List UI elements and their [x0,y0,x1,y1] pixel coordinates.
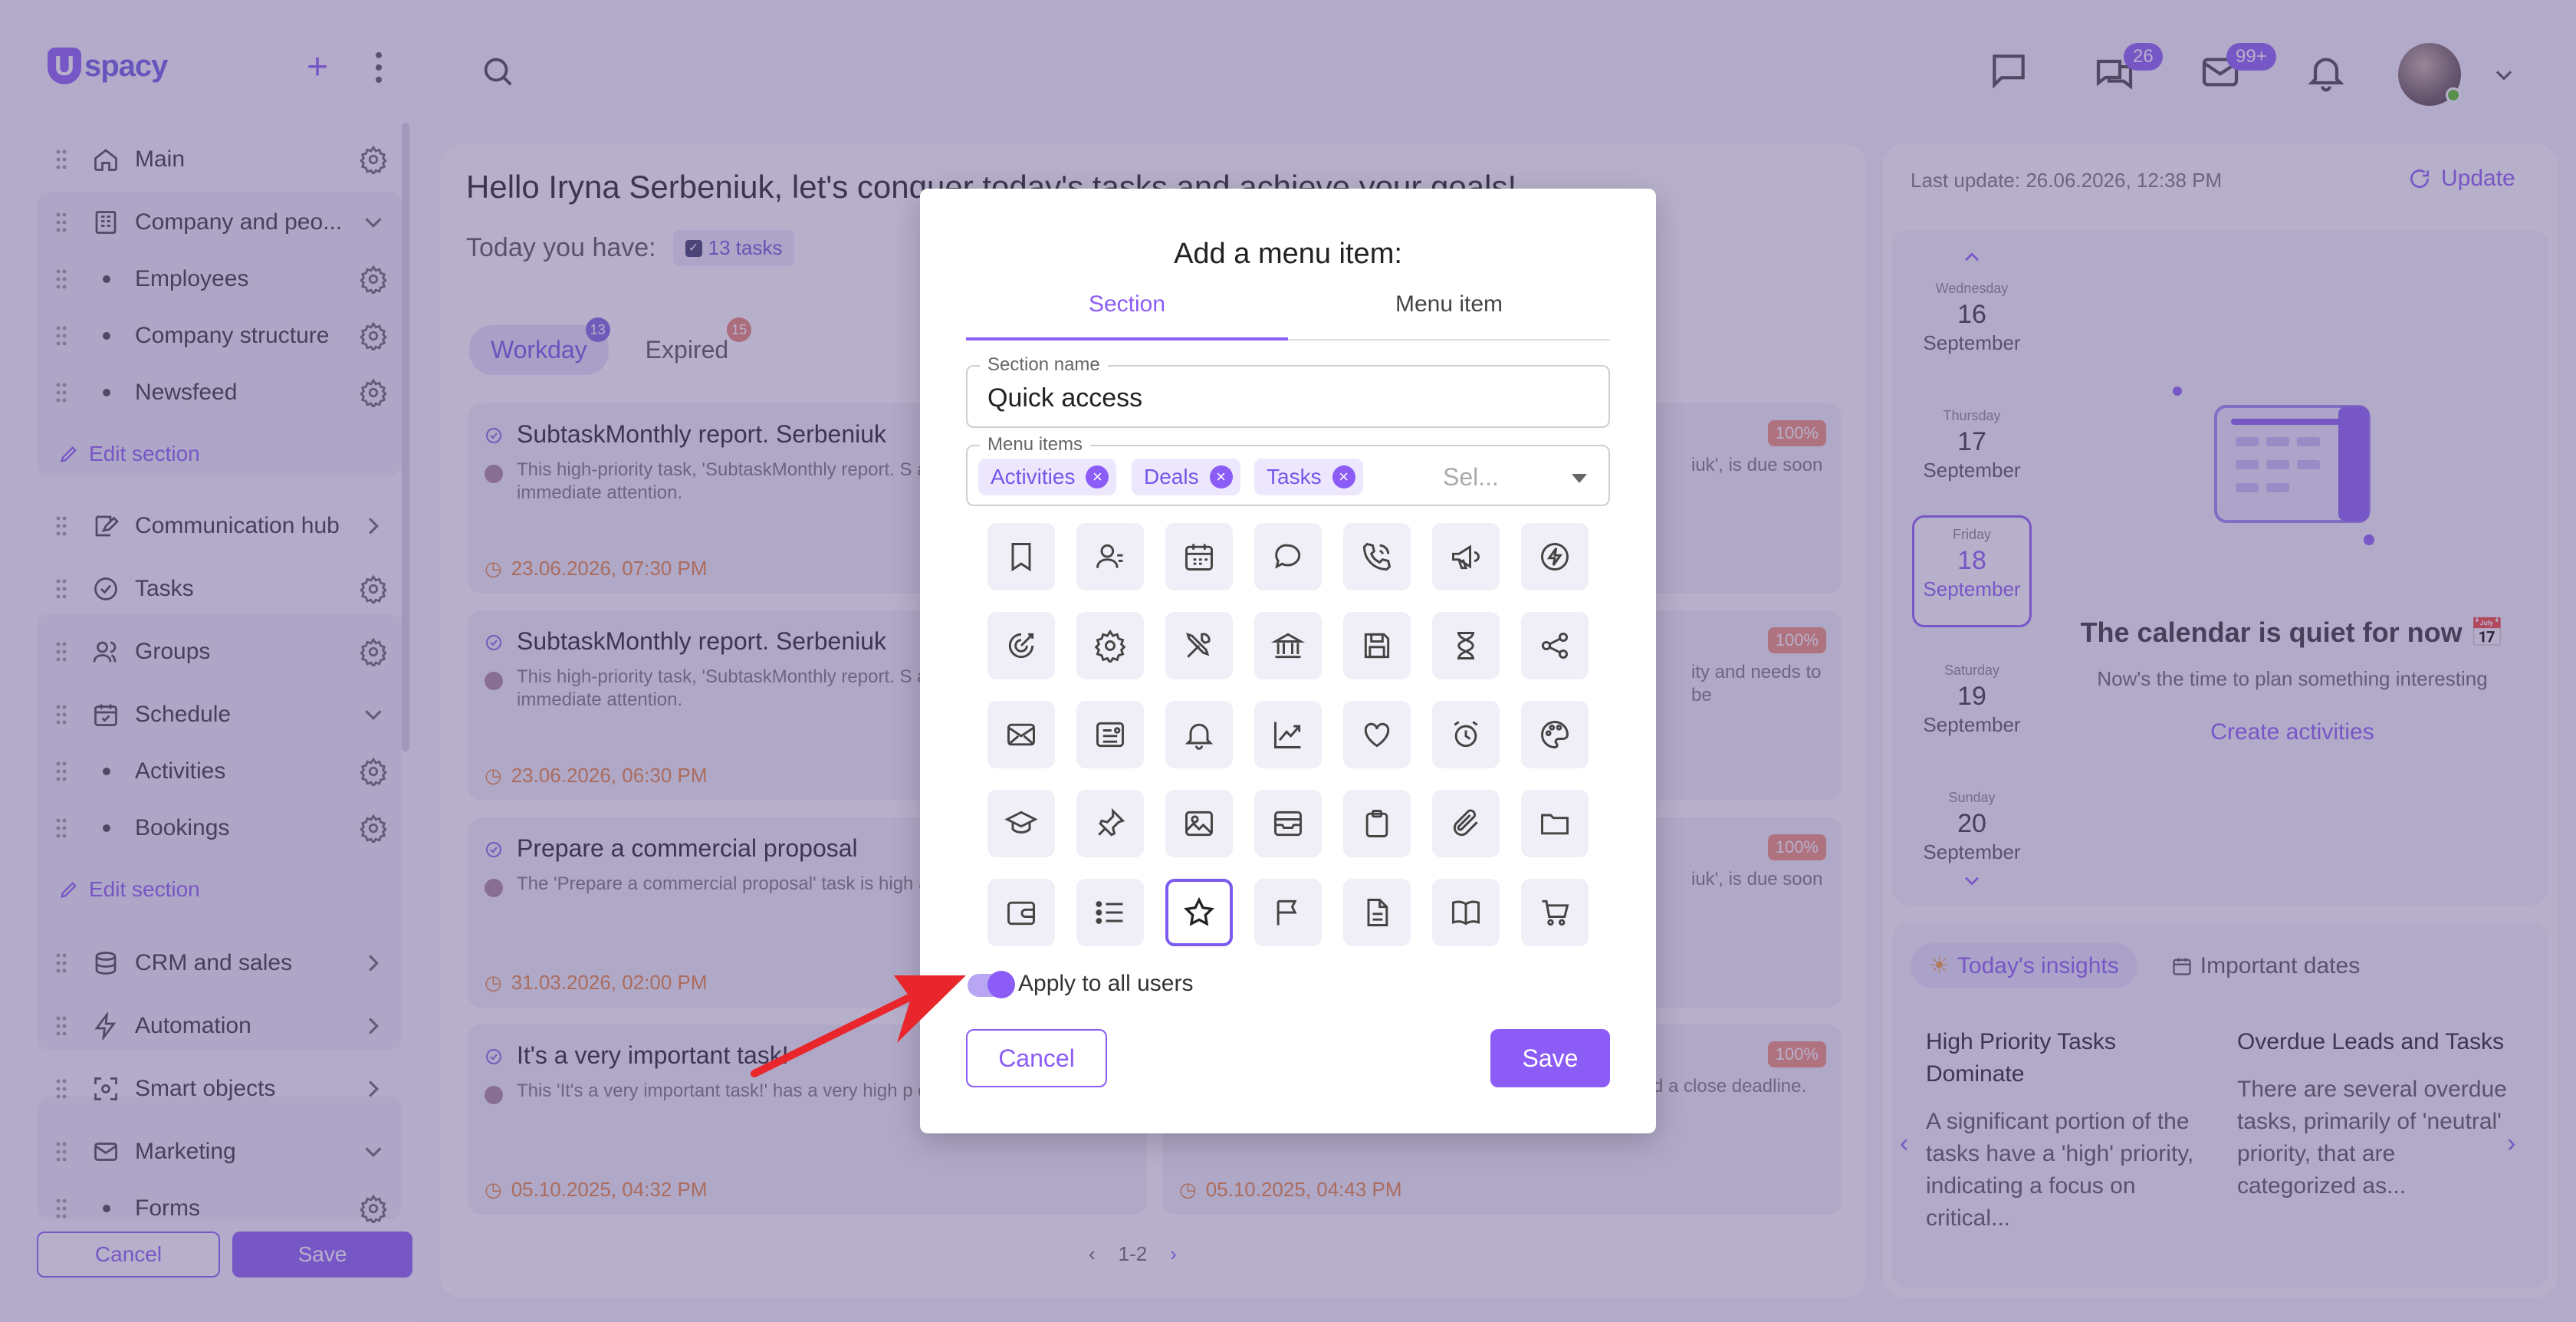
apply-all-label: Apply to all users [1018,971,1194,996]
close-icon[interactable]: × [1332,465,1355,488]
section-name-field[interactable]: Section name Quick access [966,354,1610,428]
palette-icon[interactable] [1521,701,1589,768]
select-placeholder[interactable]: Sel... [1443,463,1499,492]
clipboard-icon[interactable] [1343,790,1411,857]
wallet-icon[interactable] [987,879,1055,946]
calendar-icon[interactable] [1165,523,1233,590]
bookmark-icon[interactable] [987,523,1055,590]
save-icon[interactable] [1343,612,1411,679]
graduation-icon[interactable] [987,790,1055,857]
chat-icon[interactable] [1254,523,1322,590]
news-icon[interactable] [1076,701,1144,768]
chip-label: Deals [1144,465,1199,488]
section-name-input[interactable]: Quick access [987,383,1142,413]
dialog-title: Add a menu item: [1174,238,1402,270]
mail-icon[interactable] [987,701,1055,768]
flag-icon[interactable] [1254,879,1322,946]
folder-icon[interactable] [1521,790,1589,857]
settings-icon[interactable] [1076,612,1144,679]
star-icon[interactable] [1165,879,1233,946]
book-icon[interactable] [1432,879,1500,946]
bell-icon[interactable] [1165,701,1233,768]
pin-icon[interactable] [1076,790,1144,857]
archive-icon[interactable] [1254,790,1322,857]
save-button[interactable]: Save [1490,1029,1610,1087]
cancel-button[interactable]: Cancel [966,1029,1107,1087]
lightning-icon[interactable] [1521,523,1589,590]
list-icon[interactable] [1076,879,1144,946]
close-icon[interactable]: × [1086,465,1109,488]
apply-all-toggle-knob[interactable] [987,971,1015,998]
menu-items-label: Menu items [980,434,1091,455]
icon-picker-grid [987,523,1589,949]
alarm-icon[interactable] [1432,701,1500,768]
dialog-tabs: Section Menu item [966,291,1610,340]
close-icon[interactable]: × [1209,465,1233,488]
contacts-icon[interactable] [1076,523,1144,590]
annotation-arrow-icon [751,975,966,1077]
chip-tasks: Tasks × [1254,459,1363,495]
chart-icon[interactable] [1254,701,1322,768]
tab-section[interactable]: Section [966,291,1288,340]
target-icon[interactable] [987,612,1055,679]
tools-icon[interactable] [1165,612,1233,679]
chip-label: Activities [991,465,1076,488]
chip-activities: Activities × [978,459,1117,495]
hourglass-icon[interactable] [1432,612,1500,679]
chip-deals: Deals × [1132,459,1240,495]
megaphone-icon[interactable] [1432,523,1500,590]
image-icon[interactable] [1165,790,1233,857]
cart-icon[interactable] [1521,879,1589,946]
heart-icon[interactable] [1343,701,1411,768]
paperclip-icon[interactable] [1432,790,1500,857]
tab-menu-item[interactable]: Menu item [1288,291,1610,340]
caret-down-icon[interactable] [1572,474,1587,483]
menu-items-select[interactable]: Menu items Activities × Deals × Tasks × … [966,434,1610,506]
phone-icon[interactable] [1343,523,1411,590]
section-name-label: Section name [980,354,1108,376]
bank-icon[interactable] [1254,612,1322,679]
document-icon[interactable] [1343,879,1411,946]
share-icon[interactable] [1521,612,1589,679]
chip-label: Tasks [1267,465,1322,488]
